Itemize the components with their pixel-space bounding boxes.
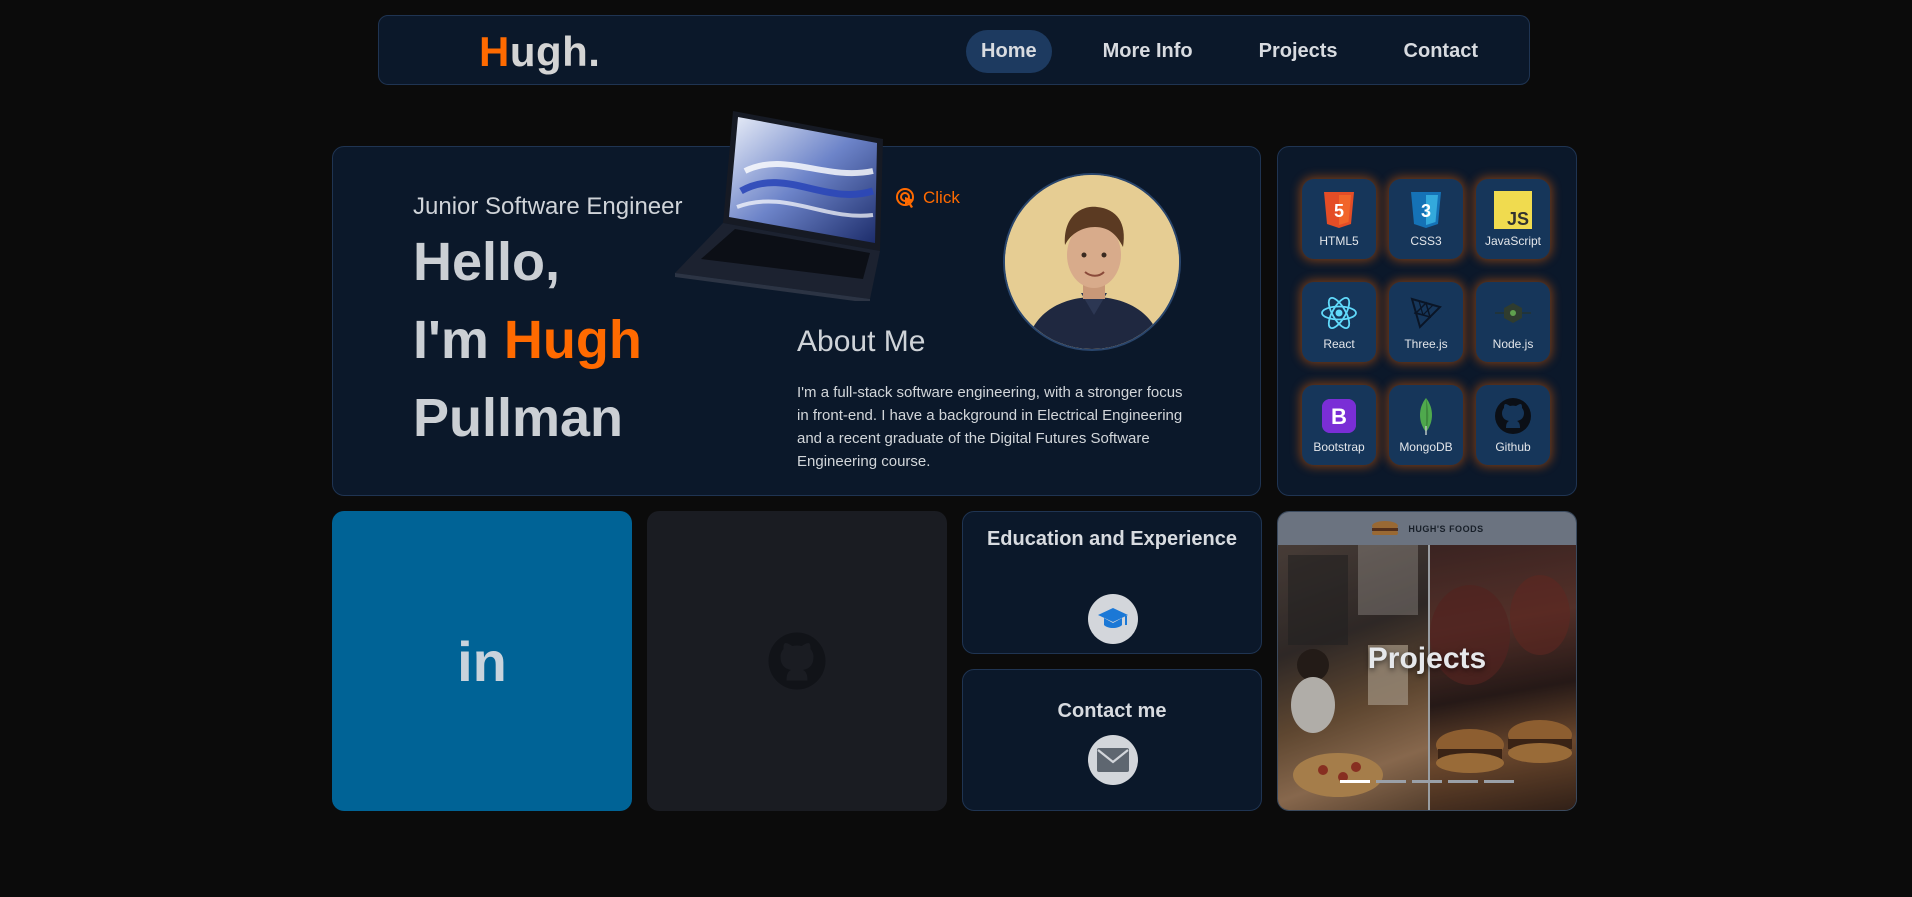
skill-label: JavaScript [1484,234,1542,248]
javascript-icon: JS [1494,191,1532,229]
svg-text:3: 3 [1421,201,1431,221]
skill-github[interactable]: Github [1476,385,1550,465]
nav-link-projects[interactable]: Projects [1244,30,1353,73]
profile-photo [1003,173,1181,351]
skill-label: Bootstrap [1313,440,1365,454]
svg-text:5: 5 [1334,201,1344,221]
click-label: Click [923,188,960,207]
skill-html5[interactable]: 5 HTML5 [1302,179,1376,259]
hero-card: Junior Software Engineer Hello, I'm Hugh… [332,111,1261,496]
nav-link-more-info[interactable]: More Info [1088,30,1208,73]
threejs-icon [1410,297,1442,329]
skill-label: CSS3 [1410,234,1442,248]
job-title: Junior Software Engineer [413,193,683,220]
bootstrap-icon: B [1322,399,1356,433]
contact-card[interactable]: Contact me [962,669,1262,811]
skill-label: React [1323,337,1355,351]
github-tile[interactable] [647,511,947,811]
skill-mongodb[interactable]: MongoDB [1389,385,1463,465]
skills-grid: 5 HTML5 3 CSS3 JS JavaScript React Three… [1302,179,1550,465]
skill-javascript[interactable]: JS JavaScript [1476,179,1550,259]
skill-nodejs[interactable]: Node.js [1476,282,1550,362]
envelope-icon [1088,735,1138,785]
github-icon [1495,398,1531,434]
carousel-dot[interactable] [1340,780,1370,783]
carousel-dot[interactable] [1412,780,1442,783]
cursor-click-icon [896,188,914,208]
react-icon [1321,297,1357,329]
navbar: Hugh. Home More Info Projects Contact [378,15,1530,85]
skill-css3[interactable]: 3 CSS3 [1389,179,1463,259]
contact-title: Contact me [1057,700,1167,722]
im-text: I'm [413,310,504,370]
github-icon [768,632,826,690]
logo-text: ugh. [509,28,601,75]
skill-react[interactable]: React [1302,282,1376,362]
carousel-dot[interactable] [1448,780,1478,783]
last-name: Pullman [413,388,624,448]
carousel-dot[interactable] [1376,780,1406,783]
skill-label: HTML5 [1319,234,1359,248]
nav-link-contact[interactable]: Contact [1389,30,1493,73]
laptop-image[interactable] [675,111,885,301]
first-name: Hugh [503,310,642,370]
logo-initial: H [479,28,510,75]
carousel-indicators [1340,780,1514,783]
linkedin-tile[interactable]: in [332,511,632,811]
linkedin-icon: in [457,630,507,693]
name-line: I'm Hugh [413,309,642,371]
graduation-cap-icon [1088,594,1138,644]
skill-label: Github [1495,440,1531,454]
site-logo[interactable]: Hugh. [479,28,600,76]
nav-link-home[interactable]: Home [966,30,1052,73]
carousel-dot[interactable] [1484,780,1514,783]
projects-title: Projects [1367,642,1487,675]
skill-label: Node.js [1492,337,1534,351]
education-title: Education and Experience [986,528,1238,550]
html5-icon: 5 [1324,192,1354,228]
greeting: Hello, [413,232,561,292]
click-hint[interactable]: Click [895,187,960,209]
projects-card[interactable]: HUGH'S FOODS Projects [1277,511,1577,811]
skill-label: Three.js [1404,337,1448,351]
svg-text:B: B [1331,404,1347,429]
about-text: I'm a full-stack software engineering, w… [797,384,1183,470]
about-title: About Me [797,325,926,358]
education-card[interactable]: Education and Experience [962,511,1262,654]
nav-links: Home More Info Projects Contact [966,30,1493,73]
svg-text:JS: JS [1507,209,1529,229]
skill-threejs[interactable]: Three.js [1389,282,1463,362]
nodejs-icon [1495,303,1531,323]
css3-icon: 3 [1411,192,1441,228]
mongodb-icon [1420,398,1432,435]
skill-bootstrap[interactable]: B Bootstrap [1302,385,1376,465]
skill-label: MongoDB [1399,440,1453,454]
skills-card: 5 HTML5 3 CSS3 JS JavaScript React Three… [1277,146,1577,496]
